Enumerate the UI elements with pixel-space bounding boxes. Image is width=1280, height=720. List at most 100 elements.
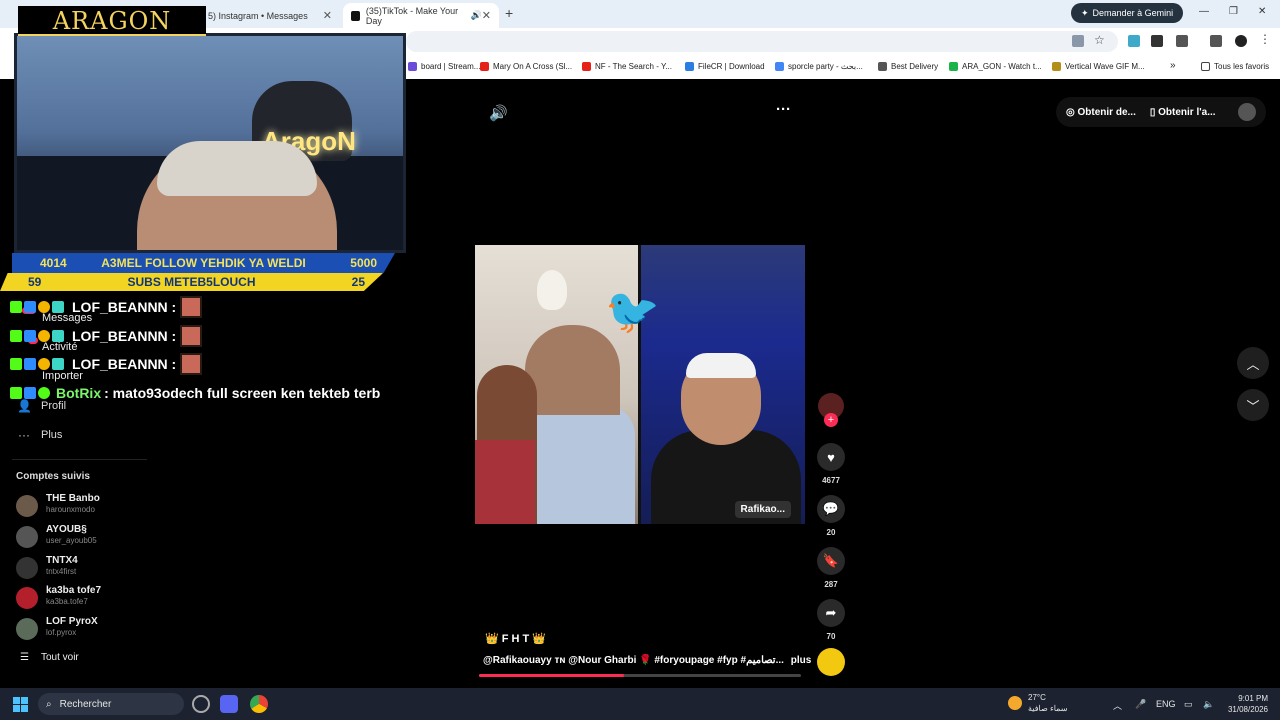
- sub-goal: 59 SUBS METEB5LOUCH 25: [0, 273, 383, 291]
- avatar: [16, 526, 38, 548]
- bookmark[interactable]: Vertical Wave GIF M...: [1052, 62, 1145, 71]
- followed-account[interactable]: ka3ba tofe7 ka3ba.tofe7: [16, 585, 156, 611]
- close-icon[interactable]: ✕: [323, 9, 332, 22]
- followed-account[interactable]: THE Banbo harounxmodo: [16, 493, 156, 519]
- minimize-icon[interactable]: —: [1199, 6, 1209, 17]
- puzzle-icon[interactable]: [1176, 35, 1188, 47]
- tab-instagram[interactable]: 5) Instagram • Messages ✕: [200, 3, 340, 28]
- bookmark[interactable]: sporcle party - بحث...: [775, 62, 863, 71]
- bookmark[interactable]: Best Delivery: [878, 62, 938, 71]
- video-user-label: Rafikao...: [734, 501, 791, 518]
- caption-text[interactable]: @Rafikaouayy ᴛɴ @Nour Gharbi 🌹 #foryoupa…: [483, 655, 784, 666]
- tab-tiktok[interactable]: (35)TikTok - Make Your Day 🔊 ✕: [343, 3, 499, 28]
- extension-icon[interactable]: [1128, 35, 1140, 47]
- taskbar: ⌕ Rechercher 27°C سماء صافية ︿ 🎤 ENG ▭ 🔈…: [0, 688, 1280, 720]
- media-icon[interactable]: [1210, 35, 1222, 47]
- comment-button[interactable]: 💬 20: [816, 495, 846, 537]
- see-all-link[interactable]: ☰ Tout voir: [20, 652, 79, 663]
- previous-video-button[interactable]: ︿: [1237, 347, 1269, 379]
- menu-dots-icon[interactable]: ⋮: [1259, 32, 1271, 46]
- bookmark[interactable]: ARA_GON - Watch t...: [949, 62, 1042, 71]
- see-all-label: Tout voir: [40, 652, 79, 663]
- account-handle: harounxmodo: [46, 505, 95, 514]
- app-icon[interactable]: [192, 695, 210, 713]
- music-disc-icon[interactable]: [817, 648, 845, 676]
- sparkle-icon: ✦: [1081, 7, 1089, 18]
- see-more-link[interactable]: plus: [791, 655, 812, 666]
- goal-target: 5000: [350, 256, 377, 270]
- speaker-icon[interactable]: 🔈: [1203, 699, 1214, 710]
- video-player[interactable]: 🐦 Rafikao...: [475, 245, 805, 524]
- person-cap: [686, 353, 756, 378]
- restore-icon[interactable]: ❐: [1229, 6, 1238, 17]
- extension-icon[interactable]: [1151, 35, 1163, 47]
- network-icon[interactable]: ▭: [1184, 699, 1193, 710]
- account-name: ka3ba tofe7: [46, 585, 102, 596]
- bookmark[interactable]: Mary On A Cross (Sl...: [480, 62, 572, 71]
- chat-message: LOF_BEANNN :: [10, 350, 410, 379]
- account-name: AYOUB§: [46, 524, 87, 535]
- speaker-icon[interactable]: 🔊: [471, 10, 482, 21]
- grid-badge-icon: [52, 301, 64, 314]
- star-icon[interactable]: ☆: [1094, 33, 1106, 47]
- all-bookmarks[interactable]: Tous les favoris: [1201, 62, 1269, 71]
- followed-account[interactable]: LOF PyroX lof.pyrox: [16, 616, 156, 642]
- more-dots-icon[interactable]: ···: [776, 101, 791, 118]
- gemini-button[interactable]: ✦ Demander à Gemini: [1071, 3, 1184, 23]
- close-icon[interactable]: ✕: [482, 9, 491, 22]
- phone-icon: ▯: [1149, 106, 1159, 118]
- close-window-icon[interactable]: ✕: [1258, 6, 1266, 17]
- filecr-icon: [685, 62, 694, 71]
- video-progress-bar[interactable]: [479, 674, 801, 677]
- chrome-icon[interactable]: [250, 695, 268, 713]
- grid-badge-icon: [52, 358, 64, 371]
- get-app-button-2[interactable]: ▯ Obtenir l'a...: [1150, 107, 1216, 118]
- verified-badge-icon: [38, 387, 50, 400]
- pigeon-sticker: 🐦: [605, 287, 660, 336]
- video-title: 👑 F H T 👑: [485, 633, 546, 645]
- followed-account[interactable]: AYOUB§ user_ayoub05: [16, 524, 156, 550]
- bookmark-icon: 🔖: [817, 547, 845, 575]
- address-bar[interactable]: [406, 31, 1118, 52]
- get-app-button-1[interactable]: ◎ Obtenir de...: [1066, 107, 1136, 118]
- discord-icon[interactable]: [220, 695, 238, 713]
- bookmark-label: Vertical Wave GIF M...: [1065, 62, 1145, 71]
- user-avatar[interactable]: [1238, 103, 1256, 121]
- bookmark[interactable]: NF - The Search - Y...: [582, 62, 672, 71]
- follow-plus-icon[interactable]: +: [824, 413, 838, 427]
- bookmark-label: Tous les favoris: [1214, 62, 1270, 71]
- avatar: [16, 495, 38, 517]
- system-clock[interactable]: 9:01 PM 31/08/2026: [1224, 693, 1268, 715]
- translate-icon[interactable]: [1072, 35, 1084, 47]
- search-placeholder: Rechercher: [59, 698, 112, 710]
- goal-target: 25: [351, 275, 365, 289]
- account-handle: ka3ba.tofe7: [46, 597, 88, 606]
- taskbar-search[interactable]: ⌕ Rechercher: [38, 693, 184, 715]
- chevron-right-icon[interactable]: »: [1170, 60, 1176, 71]
- volume-icon[interactable]: 🔊: [489, 104, 508, 122]
- bookmark-label: Best Delivery: [891, 62, 939, 71]
- kick-badge-icon: [10, 301, 22, 314]
- temperature: 27°C: [1028, 693, 1046, 702]
- emote-icon: [180, 353, 203, 376]
- account-handle: lof.pyrox: [46, 628, 77, 637]
- next-video-button[interactable]: ﹀: [1237, 389, 1269, 421]
- like-button[interactable]: ♥ 4677: [816, 443, 846, 485]
- windows-start-icon[interactable]: [13, 697, 28, 712]
- tray-chevron-icon[interactable]: ︿: [1113, 699, 1122, 712]
- comment-icon: 💬: [817, 495, 845, 523]
- emote-icon: [180, 296, 203, 319]
- heart-icon: ♥: [817, 443, 845, 471]
- bookmark[interactable]: board | Stream...: [408, 62, 480, 71]
- followed-account[interactable]: TNTX4 tntx4first: [16, 555, 156, 581]
- new-tab-button[interactable]: +: [505, 5, 513, 21]
- share-button[interactable]: ➦ 70: [816, 599, 846, 641]
- microphone-icon[interactable]: 🎤: [1135, 699, 1146, 710]
- language-indicator[interactable]: ENG: [1156, 699, 1176, 709]
- save-button[interactable]: 🔖 287: [816, 547, 846, 589]
- bookmark[interactable]: FileCR | Download: [685, 62, 765, 71]
- nav-more[interactable]: ··· Plus: [17, 428, 62, 442]
- save-count: 287: [824, 580, 838, 589]
- profile-icon[interactable]: [1235, 35, 1247, 47]
- weather-widget[interactable]: 27°C سماء صافية: [1008, 692, 1068, 714]
